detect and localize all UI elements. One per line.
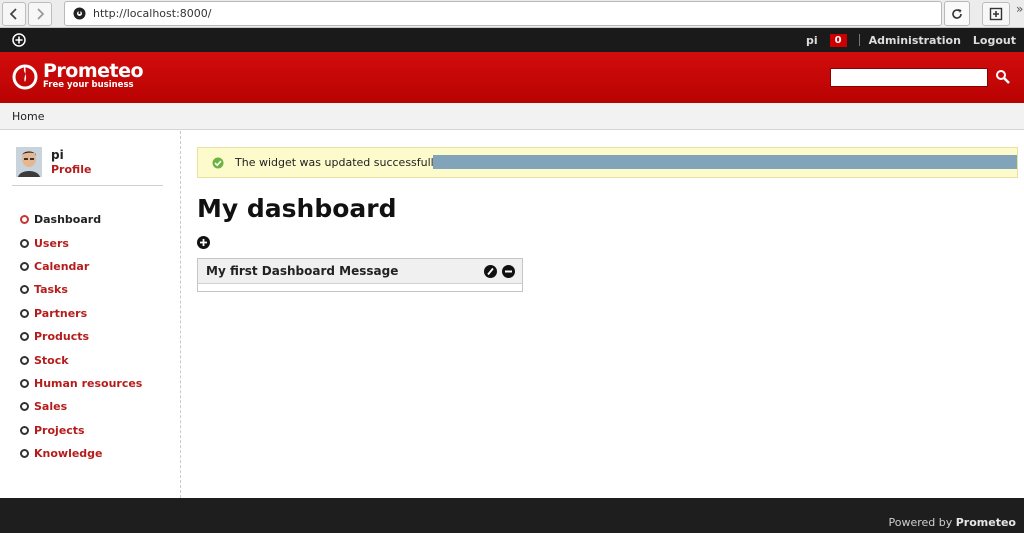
notification-badge[interactable]: 0: [829, 33, 847, 47]
bullet-icon: [20, 378, 29, 388]
sidebar-item-knowledge[interactable]: Knowledge: [20, 442, 142, 465]
widget-title: My first Dashboard Message: [206, 264, 399, 278]
sidebar-item-dashboard[interactable]: Dashboard: [20, 208, 142, 231]
top-bar: pi 0 Administration Logout: [0, 28, 1024, 52]
back-icon: [9, 8, 17, 20]
back-button[interactable]: [2, 2, 26, 26]
sidebar-item-label: Sales: [34, 400, 68, 414]
sidebar-item-label: Projects: [34, 423, 85, 437]
reload-icon: [952, 8, 962, 19]
divider: [858, 34, 860, 46]
check-icon: [212, 157, 224, 169]
app-header: Prometeo Free your business: [0, 52, 1024, 103]
reload-button[interactable]: [944, 1, 970, 26]
sidebar-item-partners[interactable]: Partners: [20, 302, 142, 325]
sidebar-item-products[interactable]: Products: [20, 325, 142, 348]
bullet-icon: [20, 402, 29, 412]
bullet-icon: [20, 285, 29, 295]
sidebar-item-label: Stock: [34, 353, 69, 367]
sidebar-item-label: Knowledge: [34, 447, 103, 461]
avatar[interactable]: [16, 147, 42, 177]
brand-tagline: Free your business: [43, 80, 134, 90]
sidebar-item-label: Users: [34, 236, 69, 250]
dashboard-widget: My first Dashboard Message: [197, 258, 523, 292]
administration-link[interactable]: Administration: [869, 34, 961, 47]
page-title: My dashboard: [197, 194, 397, 223]
sidebar-item-calendar[interactable]: Calendar: [20, 255, 142, 278]
breadcrumb-home[interactable]: Home: [12, 110, 44, 123]
sidebar-item-projects[interactable]: Projects: [20, 419, 142, 442]
profile-name: pi: [51, 148, 64, 162]
profile-card: pi Profile: [12, 145, 163, 186]
sidebar-item-tasks[interactable]: Tasks: [20, 278, 142, 301]
sidebar-item-label: Tasks: [34, 283, 68, 297]
add-widget-icon[interactable]: [197, 236, 210, 249]
new-tab-button[interactable]: [982, 2, 1010, 26]
bullet-icon: [20, 261, 29, 271]
sidebar: pi Profile Dashboard Users Calendar Task…: [0, 131, 181, 498]
profile-link[interactable]: Profile: [51, 163, 91, 176]
footer: Powered by Prometeo: [0, 498, 1024, 533]
edit-icon[interactable]: [484, 265, 497, 278]
toolbar-overflow[interactable]: »: [1016, 2, 1024, 26]
powered-brand-link[interactable]: Prometeo: [956, 516, 1016, 529]
url-text: http://localhost:8000/: [93, 7, 212, 20]
bullet-icon: [20, 308, 29, 318]
logout-link[interactable]: Logout: [973, 34, 1016, 47]
sidebar-item-human-resources[interactable]: Human resources: [20, 372, 142, 395]
bullet-icon: [20, 215, 29, 225]
browser-toolbar: http://localhost:8000/ »: [0, 0, 1024, 28]
sidebar-item-stock[interactable]: Stock: [20, 348, 142, 371]
flame-logo-icon: [12, 64, 38, 90]
user-name-link[interactable]: pi: [806, 34, 818, 47]
forward-button[interactable]: [28, 2, 52, 26]
sidebar-item-sales[interactable]: Sales: [20, 395, 142, 418]
search-input[interactable]: [830, 68, 988, 87]
bullet-icon: [20, 238, 29, 248]
sidebar-menu: Dashboard Users Calendar Tasks Partners …: [20, 208, 142, 465]
powered-prefix: Powered by: [888, 516, 953, 529]
sidebar-item-label: Calendar: [34, 259, 90, 273]
search-icon[interactable]: [995, 69, 1011, 85]
notice-message: The widget was updated successfully.: [235, 156, 443, 169]
sidebar-item-label: Partners: [34, 306, 88, 320]
remove-icon[interactable]: [502, 265, 515, 278]
breadcrumb: Home: [0, 103, 1024, 130]
globe-icon: [73, 7, 86, 20]
sidebar-item-label: Human resources: [34, 376, 143, 390]
logo[interactable]: Prometeo Free your business: [12, 60, 144, 90]
plus-circle-icon[interactable]: [12, 33, 26, 47]
bullet-icon: [20, 355, 29, 365]
sidebar-item-users[interactable]: Users: [20, 231, 142, 254]
bullet-icon: [20, 425, 29, 435]
new-tab-icon: [989, 7, 1003, 21]
sidebar-item-label: Products: [34, 330, 90, 344]
powered-by: Powered by Prometeo: [888, 516, 1016, 529]
brand-name: Prometeo: [43, 60, 144, 82]
bullet-icon: [20, 449, 29, 459]
success-notice: The widget was updated successfully.: [197, 147, 1018, 178]
sidebar-item-label: Dashboard: [34, 213, 102, 227]
text-selection-highlight: [433, 155, 1017, 169]
bullet-icon: [20, 332, 29, 342]
address-bar[interactable]: http://localhost:8000/: [64, 1, 942, 26]
widget-header: My first Dashboard Message: [198, 259, 522, 284]
forward-icon: [37, 8, 45, 20]
